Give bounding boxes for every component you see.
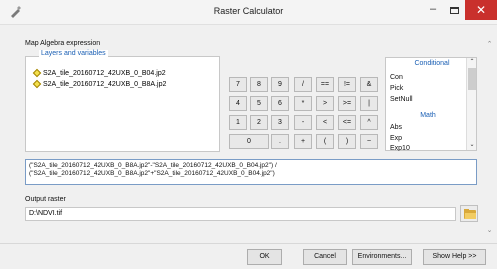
function-item-con[interactable]: Con xyxy=(390,74,403,81)
function-item-pick[interactable]: Pick xyxy=(390,85,403,92)
key-less[interactable]: < xyxy=(316,115,334,130)
key-5[interactable]: 5 xyxy=(250,96,268,111)
key-7[interactable]: 7 xyxy=(229,77,247,92)
function-item-exp[interactable]: Exp xyxy=(390,135,402,142)
key-9[interactable]: 9 xyxy=(271,77,289,92)
key-open-paren[interactable]: ( xyxy=(316,134,334,149)
key-not[interactable]: ~ xyxy=(360,134,378,149)
ok-button[interactable]: OK xyxy=(247,249,282,265)
function-item-exp10[interactable]: Exp10 xyxy=(390,145,410,151)
dialog-scroll-down-icon[interactable]: ⌄ xyxy=(484,226,495,235)
key-minus[interactable]: - xyxy=(294,115,312,130)
raster-layer-icon xyxy=(32,68,42,78)
scroll-down-icon[interactable]: ⌄ xyxy=(467,141,477,150)
key-8[interactable]: 8 xyxy=(250,77,268,92)
key-2[interactable]: 2 xyxy=(250,115,268,130)
key-not-equal[interactable]: != xyxy=(338,77,356,92)
key-6[interactable]: 6 xyxy=(271,96,289,111)
function-item-abs[interactable]: Abs xyxy=(390,124,402,131)
key-or[interactable]: | xyxy=(360,96,378,111)
key-xor[interactable]: ^ xyxy=(360,115,378,130)
cancel-button[interactable]: Cancel xyxy=(303,249,347,265)
dialog-scroll-up-icon[interactable]: ⌃ xyxy=(484,40,495,49)
output-raster-label: Output raster xyxy=(25,196,66,203)
layer-item-b8a[interactable]: S2A_tile_20160712_42UXB_0_B8A.jp2 xyxy=(32,79,167,89)
expression-line-2: ("S2A_tile_20160712_42UXB_0_B8A.jp2"+"S2… xyxy=(29,170,275,177)
function-list-scrollbar[interactable]: ⌃ ⌄ xyxy=(466,58,476,150)
show-help-button[interactable]: Show Help >> xyxy=(423,249,486,265)
maximize-icon xyxy=(450,7,459,14)
function-item-setnull[interactable]: SetNull xyxy=(390,96,413,103)
key-greater-equal[interactable]: >= xyxy=(338,96,356,111)
button-bar-divider xyxy=(0,243,497,244)
environments-button[interactable]: Environments... xyxy=(352,249,412,265)
maximize-button[interactable] xyxy=(446,3,464,19)
key-3[interactable]: 3 xyxy=(271,115,289,130)
close-button[interactable]: ✕ xyxy=(465,0,497,20)
conditional-header: Conditional xyxy=(414,60,450,67)
scroll-thumb[interactable] xyxy=(468,68,476,90)
raster-layer-icon xyxy=(32,79,42,89)
key-plus[interactable]: + xyxy=(294,134,312,149)
key-less-equal[interactable]: <= xyxy=(338,115,356,130)
expression-line-1: ("S2A_tile_20160712_42UXB_0_B8A.jp2"-"S2… xyxy=(29,162,277,169)
key-4[interactable]: 4 xyxy=(229,96,247,111)
scroll-up-icon[interactable]: ⌃ xyxy=(467,58,477,67)
key-close-paren[interactable]: ) xyxy=(338,134,356,149)
map-algebra-label: Map Algebra expression xyxy=(25,40,101,47)
layers-list-title: Layers and variables xyxy=(39,50,108,57)
key-divide[interactable]: / xyxy=(294,77,312,92)
math-header: Math xyxy=(420,112,436,119)
key-multiply[interactable]: * xyxy=(294,96,312,111)
layer-item-b04[interactable]: S2A_tile_20160712_42UXB_0_B04.jp2 xyxy=(32,68,166,78)
key-and[interactable]: & xyxy=(360,77,378,92)
key-1[interactable]: 1 xyxy=(229,115,247,130)
layer-label: S2A_tile_20160712_42UXB_0_B8A.jp2 xyxy=(43,81,167,88)
minimize-button[interactable]: – xyxy=(424,3,442,19)
output-raster-input[interactable]: D:\NDVI.tif xyxy=(25,207,456,221)
window-title: Raster Calculator xyxy=(213,6,284,16)
layer-label: S2A_tile_20160712_42UXB_0_B04.jp2 xyxy=(43,70,166,77)
key-decimal[interactable]: . xyxy=(271,134,289,149)
key-greater[interactable]: > xyxy=(316,96,334,111)
expression-textbox[interactable]: ("S2A_tile_20160712_42UXB_0_B8A.jp2"-"S2… xyxy=(25,159,477,185)
title-bar: Raster Calculator – ✕ xyxy=(0,0,497,25)
browse-button[interactable] xyxy=(460,205,478,222)
key-equal[interactable]: == xyxy=(316,77,334,92)
key-0[interactable]: 0 xyxy=(229,134,269,149)
